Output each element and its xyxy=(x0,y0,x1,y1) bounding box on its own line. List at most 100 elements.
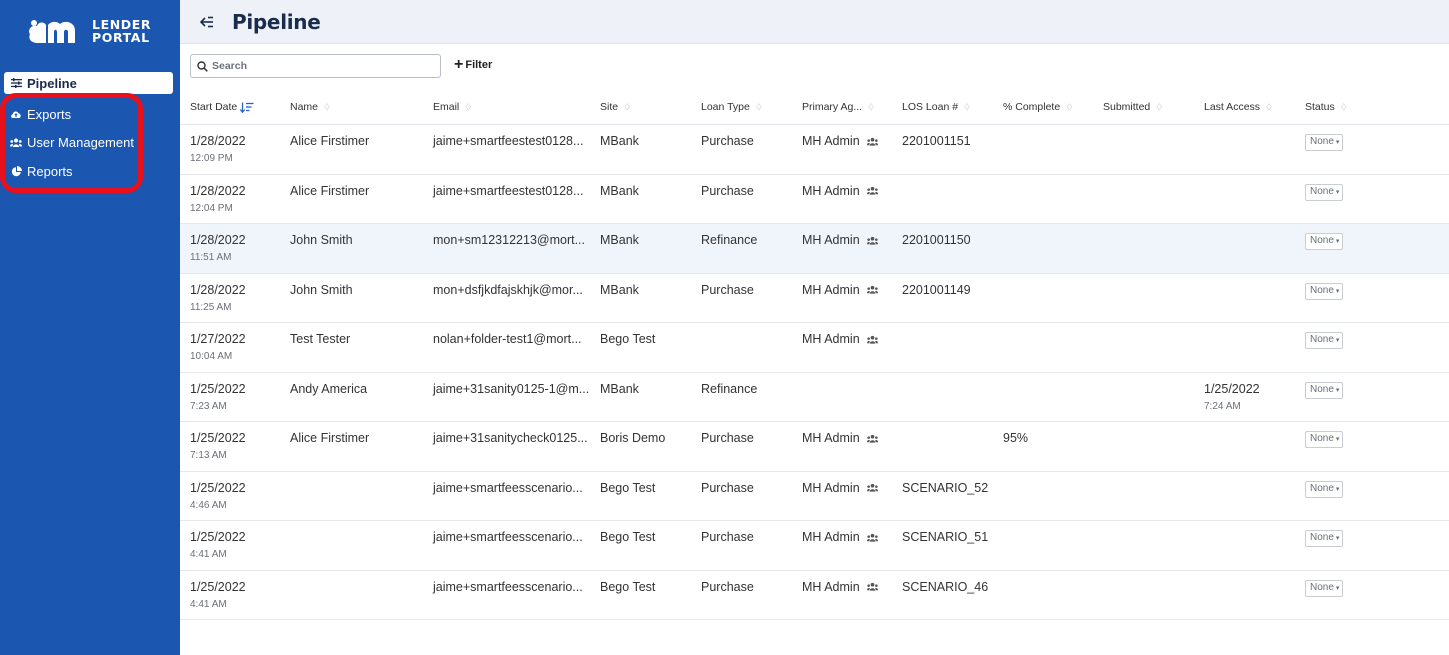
table-row[interactable]: 1/25/2022 4:46 AM jaime+smartfeesscenario.… xyxy=(180,471,1449,521)
users-icon[interactable] xyxy=(866,533,878,543)
name-cell-value: Andy America xyxy=(290,381,368,396)
status-dropdown[interactable]: None ▾ xyxy=(1305,282,1344,300)
column-header[interactable]: Start Date xyxy=(190,101,254,113)
table-row[interactable]: 1/25/2022 4:41 AM jaime+smartfeesscenario.… xyxy=(180,570,1449,620)
chevron-down-icon: ▾ xyxy=(1335,386,1340,394)
status-dropdown[interactable]: None ▾ xyxy=(1305,530,1344,547)
loan-type-cell-value: Refinance xyxy=(701,381,758,396)
sort-descending-icon xyxy=(240,102,254,113)
site-cell: Bego Test xyxy=(600,530,655,544)
site-cell: MBank xyxy=(600,134,639,148)
status-dropdown[interactable]: None ▾ xyxy=(1305,134,1344,151)
table-row[interactable]: 1/28/2022 12:04 PM Alice Firstimer jaime+sm… xyxy=(180,174,1449,224)
email-cell: jaime+smartfeesscenario... xyxy=(433,580,583,594)
email-cell: jaime+smartfeestest0128... xyxy=(433,184,583,198)
email-cell-value: jaime+31sanity0125-1@m... xyxy=(433,381,590,396)
app-window: LENDER PORTAL Pipeline Exports User Mana… xyxy=(0,0,1449,655)
column-header[interactable]: Primary Ag... ♢ xyxy=(802,101,875,113)
loan-type-cell: Refinance xyxy=(701,233,757,247)
start-date-cell-time: 4:46 AM xyxy=(190,499,227,511)
column-header[interactable]: Loan Type ♢ xyxy=(701,101,763,113)
users-icon[interactable] xyxy=(866,582,878,592)
table-row[interactable]: 1/28/2022 11:25 AM John Smith mon+dsfjkdfaj… xyxy=(180,273,1449,323)
start-date-cell: 1/28/2022 11:25 AM xyxy=(190,283,246,313)
start-date-cell: 1/25/2022 4:41 AM xyxy=(190,530,246,560)
site-cell: MBank xyxy=(600,233,639,247)
status-value: None xyxy=(1310,235,1334,246)
column-header-label: Status xyxy=(1305,101,1335,113)
search-input[interactable] xyxy=(212,60,432,72)
site-cell-value: MBank xyxy=(600,183,639,198)
email-cell: mon+sm12312213@mort... xyxy=(433,233,585,247)
pipeline-table: Start Date Name ♢ Email ♢ Site ♢ Loan Type ♢ Prim… xyxy=(180,92,1449,620)
status-dropdown[interactable]: None ▾ xyxy=(1305,431,1344,448)
table-row[interactable]: 1/25/2022 4:41 AM jaime+smartfeesscenario.… xyxy=(180,521,1449,571)
sort-icon: ♢ xyxy=(1065,101,1074,112)
last-access-cell-time: 7:24 AM xyxy=(1204,400,1241,412)
name-cell: John Smith xyxy=(290,283,353,297)
column-header[interactable]: Submitted ♢ xyxy=(1103,101,1163,113)
column-header[interactable]: Last Access ♢ xyxy=(1204,101,1273,113)
loan-type-cell: Refinance xyxy=(701,382,757,396)
loan-type-cell-value: Purchase xyxy=(701,282,754,297)
column-header-label: Last Access xyxy=(1204,101,1261,113)
sidebar: LENDER PORTAL Pipeline Exports User Mana… xyxy=(0,0,180,655)
primary-agent-cell: MH Admin xyxy=(802,481,878,495)
loan-type-cell: Purchase xyxy=(701,283,754,297)
start-date-cell-value: 1/28/2022 xyxy=(190,233,246,247)
primary-agent-cell: MH Admin xyxy=(802,233,878,247)
status-dropdown[interactable]: None ▾ xyxy=(1305,579,1344,597)
start-date-cell-time: 4:41 AM xyxy=(190,549,227,560)
collapse-sidebar-button[interactable] xyxy=(198,13,216,31)
sidebar-item-exports[interactable]: Exports xyxy=(0,100,180,129)
loan-type-cell: Purchase xyxy=(701,431,754,445)
los-loan-cell: 2201001151 xyxy=(902,134,971,148)
start-date-cell: 1/28/2022 11:51 AM xyxy=(190,233,246,263)
users-icon[interactable] xyxy=(866,236,878,246)
table-row[interactable]: 1/28/2022 11:51 AM John Smith mon+sm1231221… xyxy=(180,224,1449,274)
users-icon[interactable] xyxy=(866,335,878,345)
sidebar-item-user-management[interactable]: User Management xyxy=(0,129,180,158)
percent-complete-cell: 95% xyxy=(1003,431,1028,445)
logo[interactable]: LENDER PORTAL xyxy=(26,16,151,46)
table-row[interactable]: 1/25/2022 7:13 AM Alice Firstimer jaime+31s… xyxy=(180,422,1449,472)
logo-mark-icon xyxy=(29,20,75,43)
email-cell: nolan+folder-test1@mort... xyxy=(433,332,582,346)
status-dropdown[interactable]: None ▾ xyxy=(1305,381,1344,399)
status-dropdown[interactable]: None ▾ xyxy=(1305,183,1344,201)
users-icon[interactable] xyxy=(866,186,878,196)
column-header[interactable]: % Complete ♢ xyxy=(1003,101,1073,113)
users-icon[interactable] xyxy=(866,285,878,295)
page-header: Pipeline xyxy=(180,0,1449,44)
table-row[interactable]: 1/28/2022 12:09 PM Alice Firstimer jaime+sm… xyxy=(180,125,1449,175)
start-date-cell-time: 7:23 AM xyxy=(190,400,227,412)
column-header[interactable]: Site ♢ xyxy=(600,101,631,113)
users-icon[interactable] xyxy=(866,434,878,444)
status-dropdown[interactable]: None ▾ xyxy=(1305,480,1344,498)
chevron-down-icon: ▾ xyxy=(1335,584,1340,592)
status-dropdown[interactable]: None ▾ xyxy=(1305,332,1344,349)
name-cell: Test Tester xyxy=(290,332,350,346)
site-cell: Bego Test xyxy=(600,580,655,594)
email-cell-value: jaime+smartfeesscenario... xyxy=(433,530,583,544)
column-header[interactable]: Name ♢ xyxy=(290,101,331,113)
start-date-cell-value: 1/25/2022 xyxy=(190,530,246,544)
site-cell-value: Bego Test xyxy=(600,332,656,346)
site-cell: MBank xyxy=(600,283,639,297)
los-loan-cell: 2201001150 xyxy=(902,233,971,247)
chevron-down-icon: ▾ xyxy=(1335,238,1340,245)
filter-button[interactable]: + Filter xyxy=(454,57,492,73)
table-row[interactable]: 1/25/2022 7:23 AM Andy America jaime+31sani… xyxy=(180,372,1449,422)
sidebar-item-reports[interactable]: Reports xyxy=(0,157,180,186)
table-row[interactable]: 1/27/2022 10:04 AM Test Tester nolan+folder… xyxy=(180,323,1449,373)
loan-type-cell-value: Purchase xyxy=(701,530,754,544)
loan-type-cell: Purchase xyxy=(701,184,754,198)
users-icon[interactable] xyxy=(866,483,878,493)
column-header[interactable]: Email ♢ xyxy=(433,101,472,113)
status-dropdown[interactable]: None ▾ xyxy=(1305,233,1344,250)
sidebar-item-pipeline[interactable]: Pipeline xyxy=(4,72,173,94)
column-header[interactable]: LOS Loan # ♢ xyxy=(902,101,971,113)
sidebar-item-label: Reports xyxy=(27,163,73,179)
column-header[interactable]: Status ♢ xyxy=(1305,101,1348,113)
users-icon[interactable] xyxy=(866,137,878,147)
